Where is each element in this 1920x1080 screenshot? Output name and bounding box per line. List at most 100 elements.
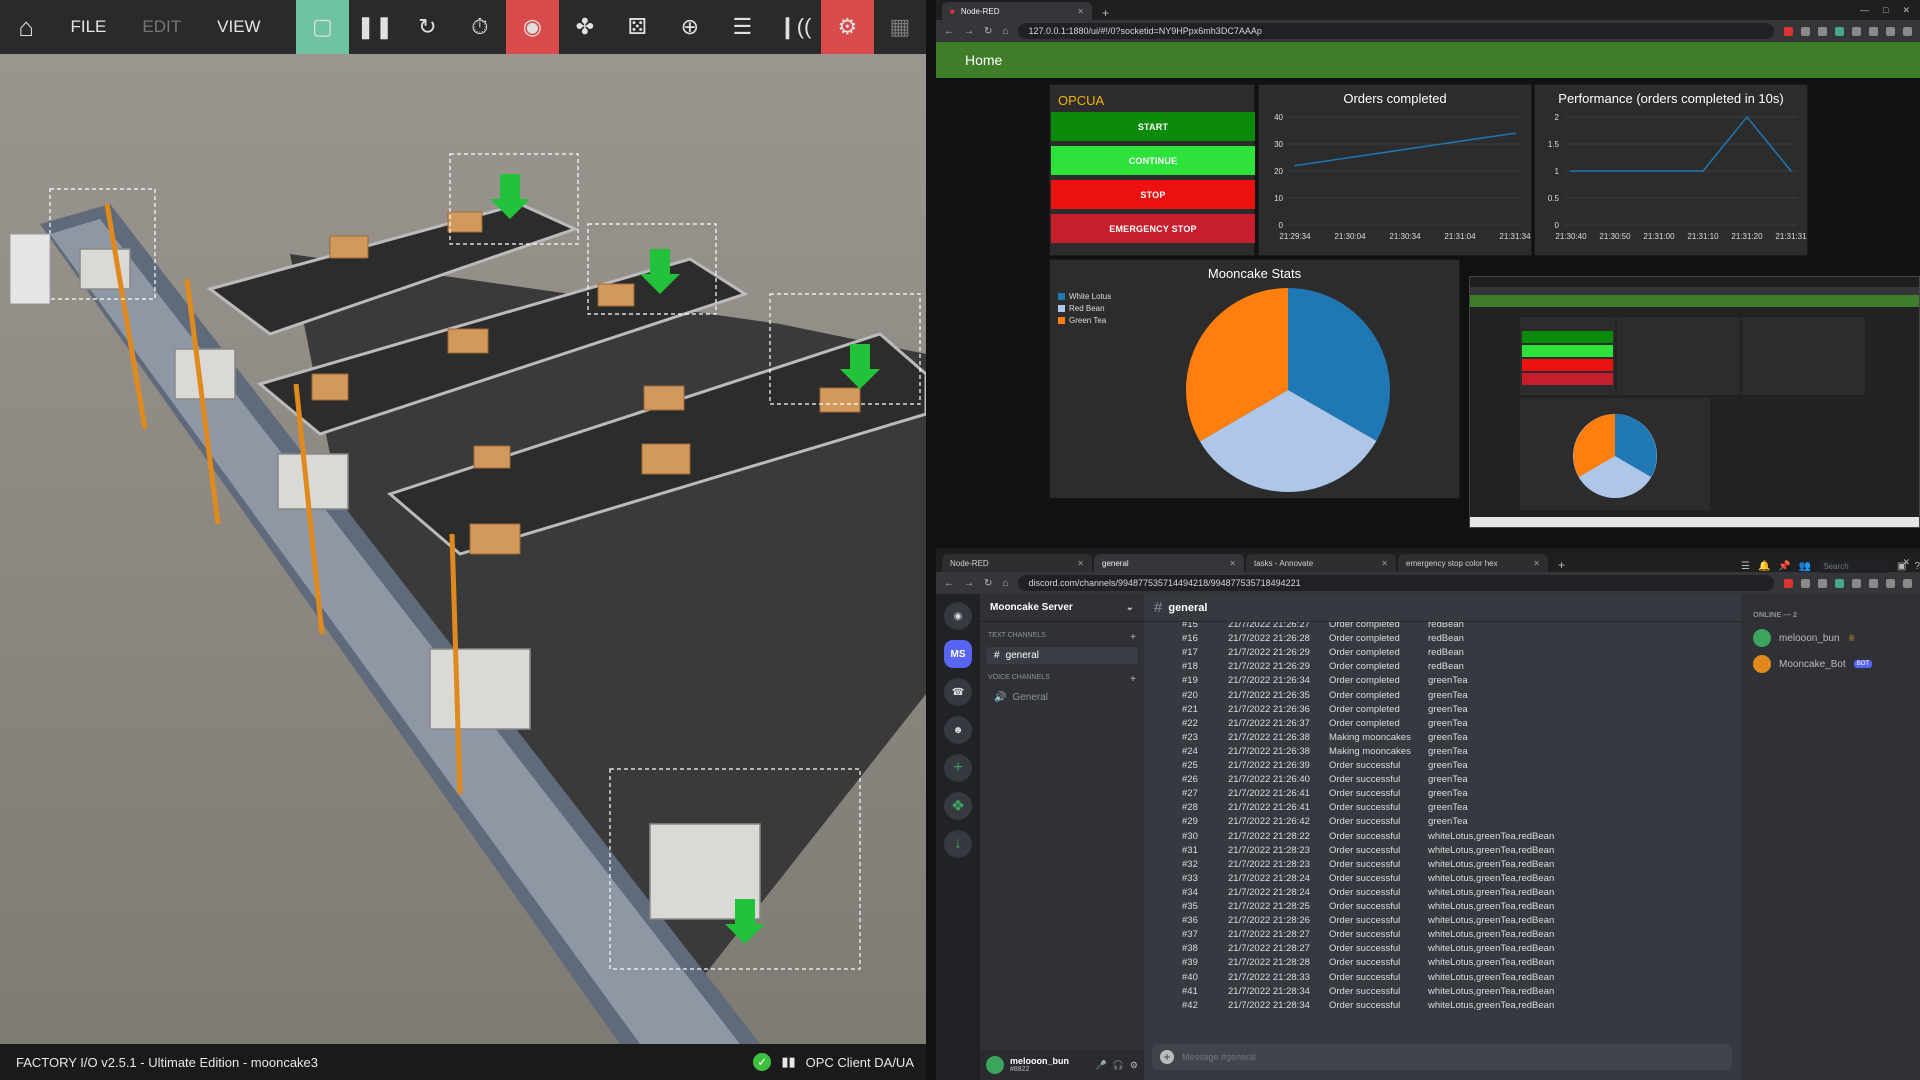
forward-icon[interactable]: → [964, 26, 974, 37]
message-row[interactable]: #30 21/7/2022 21:28:22 Order successful whi… [1144, 831, 1741, 844]
back-icon[interactable]: ← [944, 578, 954, 589]
message-row[interactable]: #16 21/7/2022 21:26:28 Order completed redB… [1144, 633, 1741, 646]
message-row[interactable]: #23 21/7/2022 21:26:38 Making mooncakes gre… [1144, 732, 1741, 745]
tab-nodered[interactable]: Node-RED ✕ [942, 554, 1092, 572]
add-channel-icon[interactable]: + [1130, 674, 1136, 685]
close-icon[interactable]: ✕ [1077, 559, 1084, 568]
stop-sim-icon[interactable]: ▢ [296, 0, 349, 54]
message-row[interactable]: #24 21/7/2022 21:26:38 Making mooncakes gre… [1144, 746, 1741, 759]
message-row[interactable]: #36 21/7/2022 21:28:26 Order successful whi… [1144, 915, 1741, 928]
reload-icon[interactable]: ↻ [984, 578, 992, 589]
message-row[interactable]: #38 21/7/2022 21:28:27 Order successful whi… [1144, 943, 1741, 956]
message-row[interactable]: #32 21/7/2022 21:28:23 Order successful whi… [1144, 859, 1741, 872]
menu-file[interactable]: FILE [53, 0, 125, 54]
tab-general[interactable]: general ✕ [1094, 554, 1244, 572]
message-row[interactable]: #39 21/7/2022 21:28:28 Order successful whi… [1144, 957, 1741, 970]
tab-nodered[interactable]: ■ Node-RED ✕ [942, 2, 1092, 20]
reload-icon[interactable]: ↻ [984, 26, 992, 37]
member-melooon[interactable]: melooon_bun ♕ [1741, 625, 1920, 651]
add-server-icon[interactable]: + [944, 754, 972, 782]
driver-icon[interactable]: ▮▮ [781, 1054, 795, 1070]
message-row[interactable]: #22 21/7/2022 21:26:37 Order completed gree… [1144, 718, 1741, 731]
new-tab-icon[interactable]: + [1550, 558, 1573, 572]
message-input[interactable]: + Message #general [1152, 1044, 1732, 1070]
message-row[interactable]: #42 21/7/2022 21:28:34 Order successful whi… [1144, 1000, 1741, 1013]
mute-icon[interactable]: 🎤 [1095, 1060, 1106, 1071]
message-list[interactable]: #15 21/7/2022 21:26:27 Order completed redB… [1144, 622, 1741, 1035]
channel-general[interactable]: # general [986, 647, 1138, 664]
server-icon-other[interactable]: ☻ [944, 716, 972, 744]
address-bar[interactable]: 127.0.0.1:1880/ui/#!/0?socketid=NY9HPpx6… [1018, 23, 1774, 39]
timer-icon[interactable]: ⏱ [454, 0, 507, 54]
message-row[interactable]: #15 21/7/2022 21:26:27 Order completed redB… [1144, 622, 1741, 632]
message-row[interactable]: #25 21/7/2022 21:26:39 Order successful gre… [1144, 760, 1741, 773]
server-icon-mooncake[interactable]: MS [944, 640, 972, 668]
menu-edit[interactable]: EDIT [124, 0, 199, 54]
close-icon[interactable]: ✕ [1533, 559, 1540, 568]
bell-icon[interactable]: 🔔 [1758, 561, 1770, 572]
member-mooncake-bot[interactable]: Mooncake_Bot BOT [1741, 651, 1920, 677]
message-row[interactable]: #26 21/7/2022 21:26:40 Order successful gre… [1144, 774, 1741, 787]
pin-icon[interactable]: 📌 [1778, 561, 1790, 572]
message-row[interactable]: #34 21/7/2022 21:28:24 Order successful whi… [1144, 887, 1741, 900]
close-window-icon[interactable]: ✕ [1902, 5, 1910, 16]
pause-icon[interactable]: ❚❚ [349, 0, 402, 54]
reset-icon[interactable]: ↻ [401, 0, 454, 54]
add-channel-icon[interactable]: + [1130, 632, 1136, 643]
discord-home-icon[interactable]: ◉ [944, 602, 972, 630]
menu-view[interactable]: VIEW [199, 0, 278, 54]
driver-name[interactable]: OPC Client DA/UA [806, 1055, 914, 1070]
members-icon[interactable]: 👥 [1799, 561, 1811, 572]
message-row[interactable]: #33 21/7/2022 21:28:24 Order successful whi… [1144, 873, 1741, 886]
message-row[interactable]: #18 21/7/2022 21:26:29 Order completed redB… [1144, 661, 1741, 674]
close-icon[interactable]: ✕ [1077, 7, 1084, 16]
address-bar[interactable]: discord.com/channels/994877535714494218/… [1018, 575, 1774, 591]
message-row[interactable]: #17 21/7/2022 21:26:29 Order completed redB… [1144, 647, 1741, 660]
message-row[interactable]: #35 21/7/2022 21:28:25 Order successful whi… [1144, 901, 1741, 914]
close-icon[interactable]: ✕ [1229, 559, 1236, 568]
message-row[interactable]: #40 21/7/2022 21:28:33 Order successful whi… [1144, 972, 1741, 985]
explore-icon[interactable]: ❖ [944, 792, 972, 820]
text-channels-category[interactable]: TEXT CHANNELS + [980, 622, 1144, 647]
factory-3d-scene[interactable] [0, 54, 926, 1044]
back-icon[interactable]: ← [944, 26, 954, 37]
message-row[interactable]: #27 21/7/2022 21:26:41 Order successful gre… [1144, 788, 1741, 801]
voice-channels-category[interactable]: VOICE CHANNELS + [980, 664, 1144, 689]
tab-emergency-stop[interactable]: emergency stop color hex ✕ [1398, 554, 1548, 572]
server-name-header[interactable]: Mooncake Server ⌄ [980, 594, 1144, 622]
home-icon[interactable]: ⌂ [0, 0, 53, 54]
emergency-stop-button[interactable]: EMERGENCY STOP [1051, 214, 1255, 243]
start-button[interactable]: START [1051, 112, 1255, 141]
message-row[interactable]: #21 21/7/2022 21:26:36 Order completed gree… [1144, 704, 1741, 717]
first-person-icon[interactable]: ⚄ [611, 0, 664, 54]
target-icon[interactable]: ⊕ [664, 0, 717, 54]
stop-button[interactable]: STOP [1051, 180, 1255, 209]
voice-channel-general[interactable]: 🔊 General [986, 689, 1138, 706]
sensors-icon[interactable]: ❙(( [769, 0, 822, 54]
camera-orbit-icon[interactable]: ◉ [506, 0, 559, 54]
new-tab-icon[interactable]: + [1094, 6, 1117, 20]
home-icon[interactable]: ⌂ [1002, 578, 1008, 589]
message-row[interactable]: #19 21/7/2022 21:26:34 Order completed gree… [1144, 675, 1741, 688]
download-icon[interactable]: ↓ [944, 830, 972, 858]
fly-camera-icon[interactable]: ✤ [559, 0, 612, 54]
message-row[interactable]: #31 21/7/2022 21:28:23 Order successful whi… [1144, 845, 1741, 858]
close-icon[interactable]: ✕ [1381, 559, 1388, 568]
message-row[interactable]: #41 21/7/2022 21:28:34 Order successful whi… [1144, 986, 1741, 999]
continue-button[interactable]: CONTINUE [1051, 146, 1255, 175]
minimize-icon[interactable]: — [1860, 5, 1869, 16]
help-icon[interactable]: ? [1914, 561, 1920, 572]
maximize-icon[interactable]: □ [1883, 5, 1888, 16]
settings-icon[interactable]: ⚙ [1130, 1060, 1138, 1071]
threads-icon[interactable]: ☰ [1741, 561, 1750, 572]
list-icon[interactable]: ☰ [716, 0, 769, 54]
chevron-down-icon[interactable]: ⌄ [1126, 602, 1134, 613]
message-row[interactable]: #20 21/7/2022 21:26:35 Order completed gree… [1144, 690, 1741, 703]
message-row[interactable]: #37 21/7/2022 21:28:27 Order successful whi… [1144, 929, 1741, 942]
avatar[interactable] [986, 1056, 1004, 1074]
add-attachment-icon[interactable]: + [1160, 1050, 1174, 1064]
message-row[interactable]: #28 21/7/2022 21:26:41 Order successful gre… [1144, 802, 1741, 815]
home-icon[interactable]: ⌂ [1002, 26, 1008, 37]
message-row[interactable]: #29 21/7/2022 21:26:42 Order successful gre… [1144, 816, 1741, 829]
grid-icon[interactable]: ▦ [874, 0, 926, 54]
